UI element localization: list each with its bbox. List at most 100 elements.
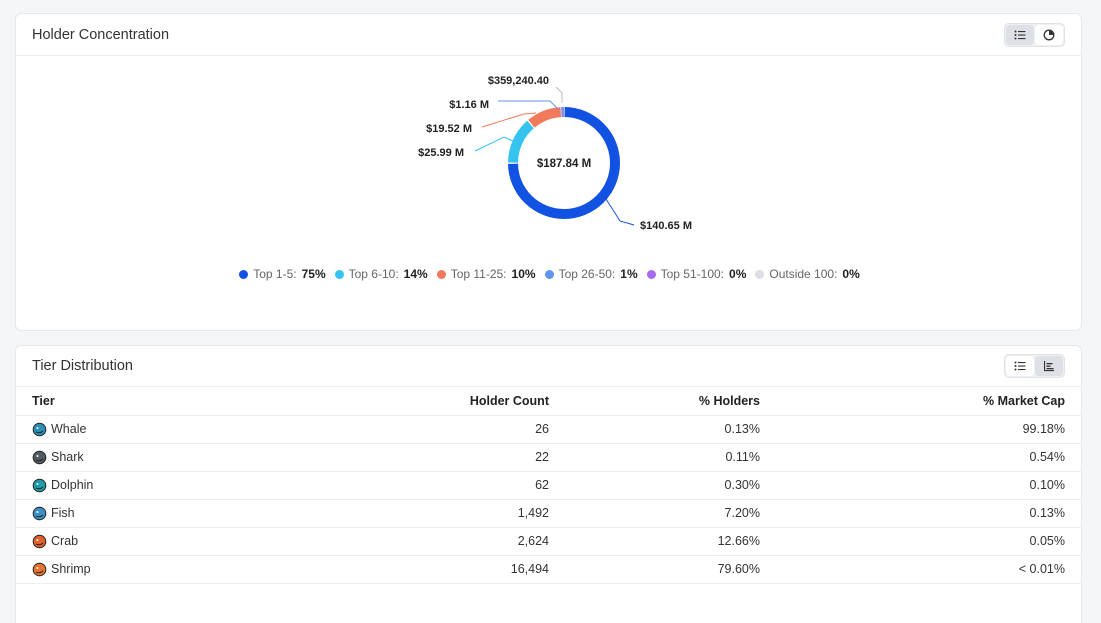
legend-item[interactable]: Top 26-50: 1% — [544, 267, 638, 281]
donut-center-label: $187.84 M — [537, 158, 591, 170]
legend-dot — [239, 269, 249, 279]
legend-label: Top 51-100: — [660, 267, 725, 281]
card-title: Holder Concentration — [32, 26, 170, 43]
legend-dot — [436, 269, 446, 279]
view-toggle — [1004, 354, 1065, 378]
legend-dot — [646, 269, 656, 279]
list-view-button[interactable] — [1006, 356, 1034, 376]
percent-holders-cell: 7.20% — [549, 499, 760, 528]
slice-value-label: $1.16 M — [449, 99, 489, 111]
tier-name: Whale — [51, 422, 87, 436]
legend-dot — [755, 269, 765, 279]
table-row[interactable]: Shrimp 16,494 79.60% < 0.01% — [16, 555, 1081, 584]
callout-line — [605, 198, 635, 226]
tier-cell: Fish — [16, 499, 276, 528]
legend-dot — [544, 269, 554, 279]
legend-label: Top 26-50: — [558, 267, 616, 281]
legend-label: Top 11-25: — [450, 267, 507, 281]
header-holder-count[interactable]: Holder Count — [276, 387, 549, 416]
bar-chart-icon — [1044, 361, 1054, 372]
holder-count-cell: 1,492 — [276, 499, 549, 528]
tier-distribution-card: Tier Distribution Tier Holder Count % Ho… — [15, 345, 1082, 623]
percent-market-cap-cell: < 0.01% — [760, 555, 1081, 584]
percent-market-cap-cell: 0.13% — [760, 499, 1081, 528]
legend-value: 0% — [729, 267, 747, 281]
tier-name: Fish — [51, 506, 75, 520]
holder-concentration-card: Holder Concentration $187.84 M $140.65 M $… — [15, 13, 1082, 331]
view-toggle — [1004, 22, 1065, 47]
slice-value-label: $140.65 M — [640, 220, 692, 232]
percent-market-cap-cell: 0.10% — [760, 471, 1081, 500]
tier-cell: Shark — [16, 443, 276, 472]
bar-view-button[interactable] — [1035, 356, 1063, 376]
legend-dot — [334, 269, 344, 279]
legend-item[interactable]: Top 6-10: 14% — [334, 267, 428, 281]
card-header: Tier Distribution — [16, 346, 1081, 387]
shrimp-icon — [32, 562, 47, 577]
legend-value: 10% — [511, 267, 536, 281]
tier-cell: Crab — [16, 527, 276, 556]
tier-name: Crab — [51, 534, 79, 548]
donut-slice[interactable] — [508, 120, 534, 163]
legend-item[interactable]: Top 1-5: 75% — [239, 267, 326, 281]
holder-count-cell: 22 — [276, 443, 549, 472]
slice-value-label: $359,240.40 — [488, 75, 549, 87]
table-row[interactable]: Dolphin 62 0.30% 0.10% — [16, 471, 1081, 500]
legend-value: 75% — [301, 267, 326, 281]
legend-label: Top 1-5: — [253, 267, 297, 281]
pie-chart-icon — [1043, 29, 1055, 40]
tier-cell: Whale — [16, 415, 276, 444]
pie-view-button[interactable] — [1035, 24, 1063, 45]
legend-item[interactable]: Outside 100: 0% — [755, 267, 860, 281]
dolphin-icon — [32, 478, 47, 493]
table-row[interactable]: Fish 1,492 7.20% 0.13% — [16, 499, 1081, 528]
list-view-button[interactable] — [1006, 24, 1034, 45]
legend-value: 0% — [842, 267, 860, 281]
header-tier[interactable]: Tier — [16, 387, 276, 416]
tier-table: Tier Holder Count % Holders % Market Cap… — [16, 387, 1081, 584]
list-icon — [1014, 361, 1026, 371]
card-title: Tier Distribution — [32, 358, 133, 374]
percent-market-cap-cell: 0.05% — [760, 527, 1081, 556]
callout-line — [555, 86, 563, 103]
slice-value-label: $25.99 M — [418, 147, 464, 159]
crab-icon — [32, 534, 47, 549]
tier-name: Shrimp — [51, 562, 91, 576]
table-row[interactable]: Whale 26 0.13% 99.18% — [16, 415, 1081, 444]
tier-name: Dolphin — [51, 478, 94, 492]
percent-holders-cell: 0.13% — [549, 415, 760, 444]
legend-item[interactable]: Top 11-25: 10% — [436, 267, 536, 281]
donut-chart-svg: $187.84 M $140.65 M $25.99 M $19.52 M $1.16 … — [418, 75, 692, 232]
whale-icon — [32, 422, 47, 437]
tier-name: Shark — [51, 450, 84, 464]
legend-value: 14% — [403, 267, 428, 281]
table-row[interactable]: Shark 22 0.11% 0.54% — [16, 443, 1081, 472]
header-percent-market-cap[interactable]: % Market Cap — [760, 387, 1081, 416]
percent-holders-cell: 12.66% — [549, 527, 760, 556]
slice-value-label: $19.52 M — [426, 123, 472, 135]
card-header: Holder Concentration — [16, 14, 1081, 56]
donut-slice[interactable] — [528, 107, 562, 128]
holder-count-cell: 26 — [276, 415, 549, 444]
fish-icon — [32, 506, 47, 521]
percent-holders-cell: 0.30% — [549, 471, 760, 500]
chart-legend: Top 1-5: 75% Top 6-10: 14% Top 11-25: 10% Top … — [16, 267, 1083, 281]
table-row[interactable]: Crab 2,624 12.66% 0.05% — [16, 527, 1081, 556]
holder-count-cell: 62 — [276, 471, 549, 500]
table-header-row: Tier Holder Count % Holders % Market Cap — [16, 387, 1081, 416]
percent-holders-cell: 0.11% — [549, 443, 760, 472]
holder-count-cell: 16,494 — [276, 555, 549, 584]
holder-count-cell: 2,624 — [276, 527, 549, 556]
tier-cell: Dolphin — [16, 471, 276, 500]
callout-line — [498, 100, 559, 110]
list-icon — [1014, 30, 1026, 39]
legend-item[interactable]: Top 51-100: 0% — [646, 267, 747, 281]
percent-market-cap-cell: 0.54% — [760, 443, 1081, 472]
header-percent-holders[interactable]: % Holders — [549, 387, 760, 416]
callout-line — [474, 136, 514, 152]
tier-cell: Shrimp — [16, 555, 276, 584]
shark-icon — [32, 450, 47, 465]
legend-value: 1% — [620, 267, 638, 281]
donut-chart: $187.84 M $140.65 M $25.99 M $19.52 M $1.16 … — [16, 57, 1083, 267]
percent-holders-cell: 79.60% — [549, 555, 760, 584]
